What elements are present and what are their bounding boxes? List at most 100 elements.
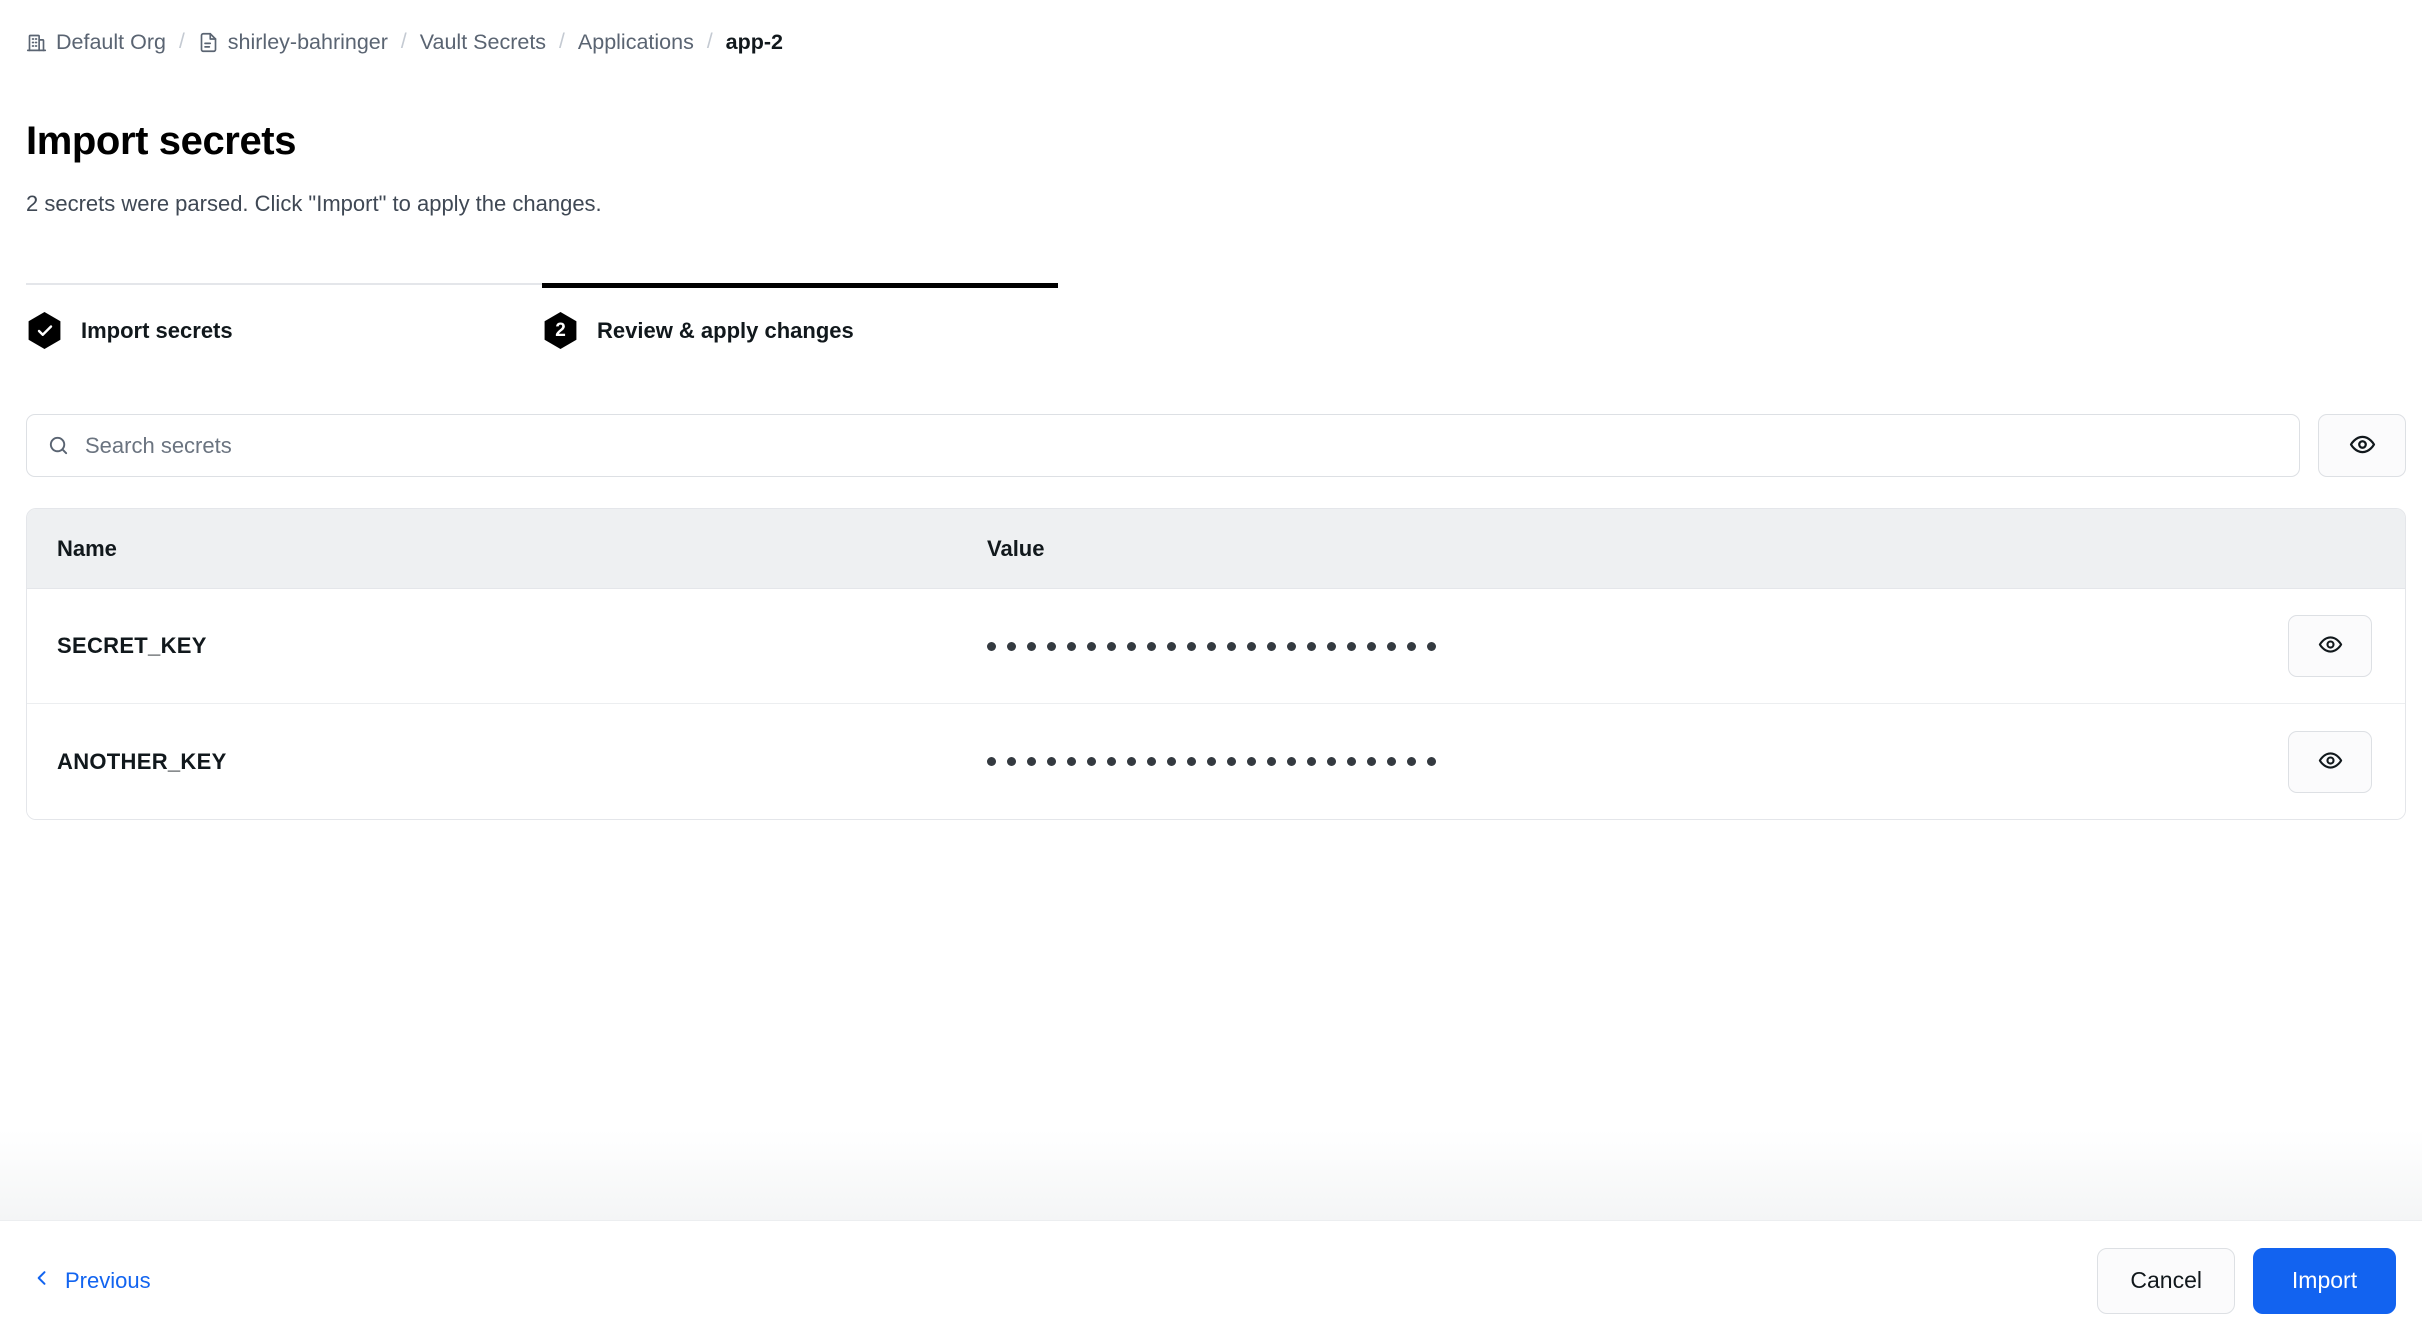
breadcrumb-separator: / bbox=[178, 30, 185, 53]
masked-dot bbox=[1427, 757, 1436, 766]
masked-dot bbox=[1207, 757, 1216, 766]
eye-icon bbox=[2318, 748, 2343, 776]
page-subtitle: 2 secrets were parsed. Click "Import" to… bbox=[26, 191, 602, 216]
masked-dot bbox=[1147, 641, 1156, 651]
footer-bar: Previous Cancel Import bbox=[0, 1220, 2422, 1340]
masked-dot bbox=[1387, 757, 1396, 766]
step-number: 2 bbox=[555, 320, 566, 341]
masked-dot bbox=[1067, 757, 1076, 766]
breadcrumb-separator: / bbox=[400, 30, 407, 53]
search-input[interactable] bbox=[85, 415, 2279, 476]
masked-dot bbox=[1207, 641, 1216, 651]
document-icon bbox=[198, 32, 219, 53]
import-button[interactable]: Import bbox=[2253, 1247, 2396, 1314]
masked-dot bbox=[1287, 757, 1296, 766]
masked-dot bbox=[1087, 757, 1096, 766]
masked-dot bbox=[1047, 757, 1056, 766]
masked-dot bbox=[1047, 641, 1056, 651]
masked-dot bbox=[987, 757, 996, 766]
step-review-apply-changes[interactable]: 2 Review & apply changes bbox=[542, 283, 1058, 349]
search-box[interactable] bbox=[26, 414, 2300, 477]
step-badge-active: 2 bbox=[542, 312, 579, 349]
masked-dot bbox=[1287, 641, 1296, 651]
secrets-table: Name Value SECRET_KEY ANOTHER_KEY bbox=[26, 508, 2406, 820]
masked-dot bbox=[1147, 757, 1156, 766]
table-row: ANOTHER_KEY bbox=[27, 704, 2405, 819]
column-header-name: Name bbox=[57, 535, 117, 561]
masked-dot bbox=[1327, 757, 1336, 766]
breadcrumb-item-current: app-2 bbox=[726, 30, 783, 55]
stepper: Import secrets 2 Review & apply changes bbox=[26, 283, 1058, 349]
masked-dot bbox=[1407, 757, 1416, 766]
table-row: SECRET_KEY bbox=[27, 589, 2405, 704]
masked-dot bbox=[1367, 641, 1376, 651]
masked-dot bbox=[1267, 757, 1276, 766]
masked-dot bbox=[1327, 641, 1336, 651]
breadcrumb-label: Vault Secrets bbox=[419, 29, 547, 54]
breadcrumb-separator: / bbox=[559, 30, 565, 53]
masked-dot bbox=[1107, 641, 1116, 651]
check-icon bbox=[36, 322, 54, 340]
breadcrumb-label: shirley-bahringer bbox=[227, 29, 388, 54]
breadcrumb-label: app-2 bbox=[725, 29, 784, 54]
masked-dot bbox=[1107, 757, 1116, 766]
masked-dot bbox=[1027, 757, 1036, 766]
breadcrumb-item-project[interactable]: shirley-bahringer bbox=[198, 30, 388, 55]
breadcrumb-item-vault-secrets[interactable]: Vault Secrets bbox=[420, 30, 546, 55]
masked-dot bbox=[1067, 641, 1076, 651]
table-header-row: Name Value bbox=[27, 509, 2405, 589]
masked-dot bbox=[1187, 757, 1196, 766]
secret-name: ANOTHER_KEY bbox=[57, 748, 227, 774]
masked-dot bbox=[1407, 641, 1416, 651]
eye-icon bbox=[2349, 431, 2376, 461]
masked-dot bbox=[1007, 757, 1016, 766]
toggle-all-visibility-button[interactable] bbox=[2318, 414, 2406, 477]
masked-dot bbox=[1167, 757, 1176, 766]
column-header-value: Value bbox=[987, 535, 1045, 561]
breadcrumb-separator: / bbox=[706, 30, 713, 53]
masked-dot bbox=[1247, 641, 1256, 651]
search-icon bbox=[47, 434, 70, 457]
masked-dot bbox=[1247, 757, 1256, 766]
masked-dot bbox=[1307, 641, 1316, 651]
breadcrumb-label: Default Org bbox=[56, 29, 166, 54]
cancel-button[interactable]: Cancel bbox=[2097, 1247, 2235, 1314]
secret-value-masked bbox=[987, 751, 2255, 773]
masked-dot bbox=[1087, 641, 1096, 651]
masked-dot bbox=[1227, 757, 1236, 766]
masked-dot bbox=[1387, 641, 1396, 651]
masked-dot bbox=[1187, 641, 1196, 651]
secret-name: SECRET_KEY bbox=[57, 633, 207, 658]
breadcrumb-item-applications[interactable]: Applications bbox=[578, 30, 694, 55]
masked-dot bbox=[1127, 757, 1136, 766]
previous-button[interactable]: Previous bbox=[26, 1260, 157, 1302]
import-secrets-page: Default Org / shirley-bahringer / Vault … bbox=[0, 0, 2422, 1340]
eye-icon bbox=[2318, 632, 2343, 660]
footer-gradient bbox=[0, 1130, 2422, 1220]
masked-dot bbox=[1307, 757, 1316, 766]
breadcrumb-item-default-org[interactable]: Default Org bbox=[26, 30, 166, 55]
page-title: Import secrets bbox=[26, 119, 297, 163]
reveal-secret-button[interactable] bbox=[2288, 730, 2372, 793]
previous-label: Previous bbox=[65, 1267, 151, 1293]
breadcrumb-label: Applications bbox=[577, 29, 694, 54]
step-label: Review & apply changes bbox=[597, 317, 854, 343]
masked-dot bbox=[1427, 641, 1436, 651]
step-import-secrets[interactable]: Import secrets bbox=[26, 283, 542, 349]
step-label: Import secrets bbox=[81, 317, 233, 343]
reveal-secret-button[interactable] bbox=[2288, 615, 2372, 677]
masked-dot bbox=[987, 641, 996, 651]
masked-dot bbox=[1347, 641, 1356, 651]
masked-dot bbox=[1267, 641, 1276, 651]
masked-dot bbox=[1007, 641, 1016, 651]
chevron-left-icon bbox=[32, 1268, 52, 1294]
masked-dot bbox=[1347, 757, 1356, 766]
masked-dot bbox=[1127, 641, 1136, 651]
secret-value-masked bbox=[987, 635, 2255, 657]
step-badge-complete bbox=[26, 312, 63, 349]
masked-dot bbox=[1167, 641, 1176, 651]
building-icon bbox=[26, 32, 47, 53]
masked-dot bbox=[1367, 757, 1376, 766]
search-row bbox=[26, 414, 2406, 477]
masked-dot bbox=[1027, 641, 1036, 651]
